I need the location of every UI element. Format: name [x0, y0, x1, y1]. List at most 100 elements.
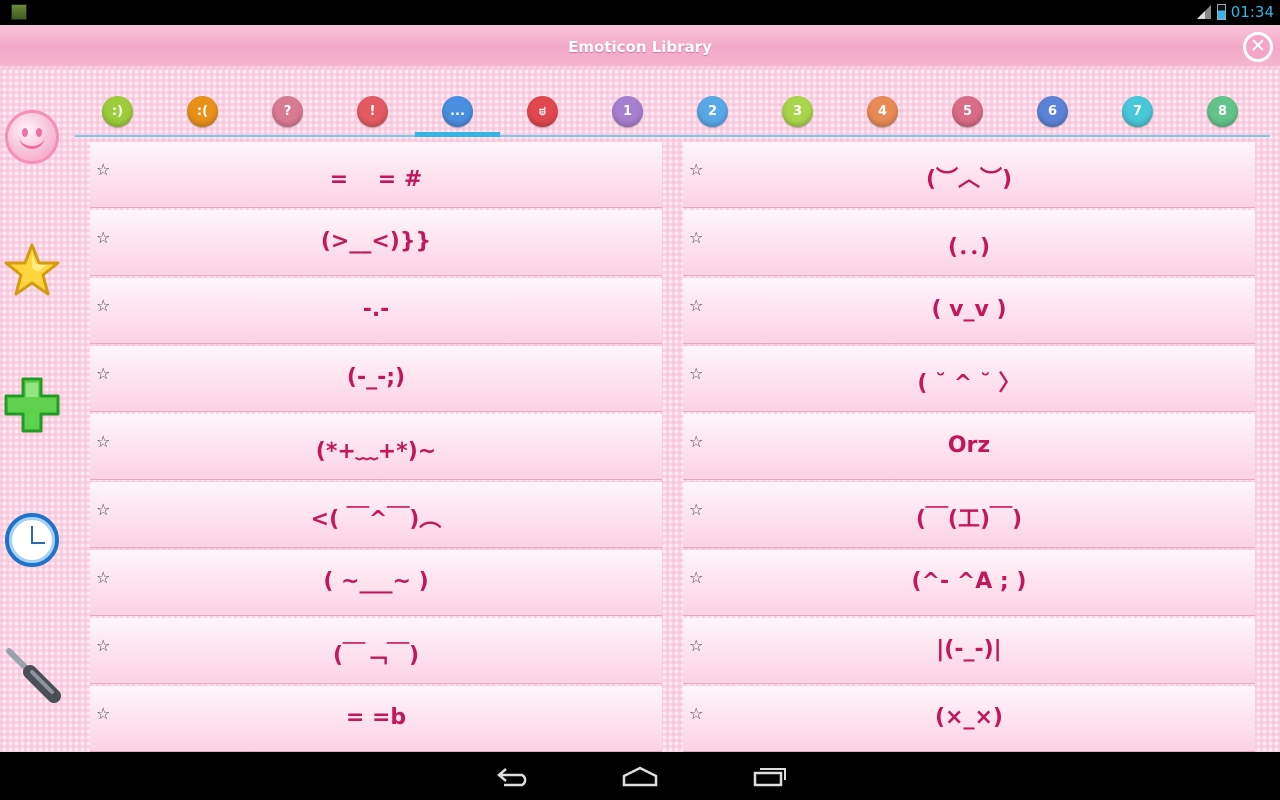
status-time: 01:34	[1230, 3, 1274, 21]
favorite-star-icon[interactable]: ☆	[689, 704, 703, 723]
home-icon	[622, 766, 658, 787]
sidebar-add-button[interactable]	[3, 376, 61, 434]
sidebar-smiley-button[interactable]	[3, 108, 61, 166]
tab-category-9[interactable]: 3	[755, 87, 840, 135]
emoticon-text: (￣(工)￣)	[915, 507, 1023, 532]
favorite-star-icon[interactable]: ☆	[96, 500, 110, 519]
sidebar-favorites-button[interactable]	[3, 242, 61, 300]
emoticon-text: = =b	[345, 705, 407, 730]
emoticon-text: (￣﹁￣)	[332, 643, 420, 668]
emoticon-text: = = #	[329, 167, 423, 192]
status-bar: 01:34	[0, 0, 1280, 25]
favorite-star-icon[interactable]: ☆	[689, 568, 703, 587]
tab-category-12[interactable]: 6	[1010, 87, 1095, 135]
emoticon-row[interactable]: ☆ -.-	[90, 278, 662, 344]
emoticon-text: (︶︿︶)	[925, 167, 1013, 192]
emoticon-text: (^- ^A ; )	[911, 569, 1027, 594]
favorite-star-icon[interactable]: ☆	[689, 228, 703, 247]
tab-icon: ...	[442, 95, 473, 127]
tab-category-4[interactable]: !	[330, 87, 415, 135]
emoticon-row[interactable]: ☆ ( ˘ ^ ˘ 〉	[683, 346, 1255, 412]
battery-icon	[1217, 4, 1226, 20]
favorite-star-icon[interactable]: ☆	[96, 160, 110, 179]
sidebar-recent-button[interactable]	[3, 511, 61, 569]
smiley-icon	[5, 110, 59, 164]
emoticon-row[interactable]: ☆ Orz	[683, 414, 1255, 480]
emoticon-row[interactable]: ☆ (×_×)	[683, 686, 1255, 752]
app-window: Emoticon Library ✕ :) :(?!... ಠ 1 2 3 4 …	[0, 25, 1280, 752]
emoticon-row[interactable]: ☆ (*+﹏+*)~	[90, 414, 662, 480]
emoticon-text: (*+﹏+*)~	[315, 439, 437, 464]
title-bar: Emoticon Library ✕	[0, 25, 1280, 69]
favorite-star-icon[interactable]: ☆	[96, 432, 110, 451]
close-button[interactable]: ✕	[1243, 32, 1273, 62]
emoticon-text: ( v_v )	[931, 297, 1007, 322]
page-title: Emoticon Library	[568, 38, 712, 56]
emoticon-row[interactable]: ☆ (￣(工)￣)	[683, 482, 1255, 548]
emoticon-row[interactable]: ☆ (．．)	[683, 210, 1255, 276]
tab-icon: 2	[697, 95, 728, 127]
tab-category-5[interactable]: ...	[415, 87, 500, 137]
signal-icon	[1197, 5, 1211, 19]
tab-category-10[interactable]: 4	[840, 87, 925, 135]
tab-category-13[interactable]: 7	[1095, 87, 1180, 135]
tab-icon: :(	[187, 95, 218, 127]
tab-icon: :)	[102, 95, 133, 127]
tab-category-2[interactable]: :(	[160, 87, 245, 135]
tab-category-1[interactable]: :)	[75, 87, 160, 135]
sidebar-settings-button[interactable]	[3, 645, 61, 703]
favorite-star-icon[interactable]: ☆	[689, 432, 703, 451]
favorite-star-icon[interactable]: ☆	[689, 636, 703, 655]
emoticon-list-right: ☆ (︶︿︶) ☆ (．．) ☆ ( v_v ) ☆ ( ˘ ^ ˘ 〉 ☆ Orz ☆ (￣(工)￣…	[683, 142, 1255, 752]
favorite-star-icon[interactable]: ☆	[689, 296, 703, 315]
emoticon-row[interactable]: ☆ <( ￣^￣)︵	[90, 482, 662, 548]
emoticon-row[interactable]: ☆ (-_-;)	[90, 346, 662, 412]
emoticon-row[interactable]: ☆ (^- ^A ; )	[683, 550, 1255, 616]
emoticon-row[interactable]: ☆ ( v_v )	[683, 278, 1255, 344]
tab-category-8[interactable]: 2	[670, 87, 755, 135]
back-button[interactable]	[494, 762, 534, 790]
app-notification-icon	[11, 4, 27, 20]
tab-icon: ?	[272, 95, 303, 127]
favorite-star-icon[interactable]: ☆	[689, 500, 703, 519]
favorite-star-icon[interactable]: ☆	[96, 636, 110, 655]
emoticon-text: <( ￣^￣)︵	[310, 507, 442, 532]
home-button[interactable]	[620, 762, 660, 790]
recent-apps-button[interactable]	[750, 762, 790, 790]
tab-category-11[interactable]: 5	[925, 87, 1010, 135]
emoticon-row[interactable]: ☆ |(-_-)|	[683, 618, 1255, 684]
emoticon-row[interactable]: ☆ ( ~___~ )	[90, 550, 662, 616]
favorite-star-icon[interactable]: ☆	[96, 296, 110, 315]
favorite-star-icon[interactable]: ☆	[689, 364, 703, 383]
tab-icon: 6	[1037, 95, 1068, 127]
tab-icon: 8	[1207, 95, 1238, 127]
emoticon-text: ( ˘ ^ ˘ 〉	[917, 371, 1021, 396]
tab-category-7[interactable]: 1	[585, 87, 670, 135]
emoticon-text: (×_×)	[935, 705, 1003, 730]
favorite-star-icon[interactable]: ☆	[96, 364, 110, 383]
tab-icon: 1	[612, 95, 643, 127]
tab-category-6[interactable]: ಠ	[500, 87, 585, 135]
emoticon-row[interactable]: ☆ (︶︿︶)	[683, 142, 1255, 208]
tab-category-14[interactable]: 8	[1180, 87, 1265, 135]
favorite-star-icon[interactable]: ☆	[689, 160, 703, 179]
emoticon-row[interactable]: ☆ = =b	[90, 686, 662, 752]
emoticon-text: -.-	[362, 297, 390, 322]
emoticon-text: ( ~___~ )	[323, 569, 429, 594]
recent-apps-icon	[753, 768, 786, 787]
favorite-star-icon[interactable]: ☆	[96, 228, 110, 247]
favorite-star-icon[interactable]: ☆	[96, 568, 110, 587]
tab-icon: 7	[1122, 95, 1153, 127]
emoticon-row[interactable]: ☆ = = #	[90, 142, 662, 208]
emoticon-text: (-_-;)	[346, 365, 406, 390]
emoticon-row[interactable]: ☆ (>__<)}}	[90, 210, 662, 276]
emoticon-list-left: ☆ = = # ☆ (>__<)}} ☆ -.- ☆ (-_-;) ☆ (*+﹏+*)~ ☆ <( ￣…	[90, 142, 662, 752]
tab-category-3[interactable]: ?	[245, 87, 330, 135]
navigation-bar	[0, 752, 1280, 800]
tab-icon: 5	[952, 95, 983, 127]
favorite-star-icon[interactable]: ☆	[96, 704, 110, 723]
emoticon-row[interactable]: ☆ (￣﹁￣)	[90, 618, 662, 684]
close-icon: ✕	[1250, 35, 1266, 57]
tab-icon: !	[357, 95, 388, 127]
star-icon	[4, 243, 60, 296]
